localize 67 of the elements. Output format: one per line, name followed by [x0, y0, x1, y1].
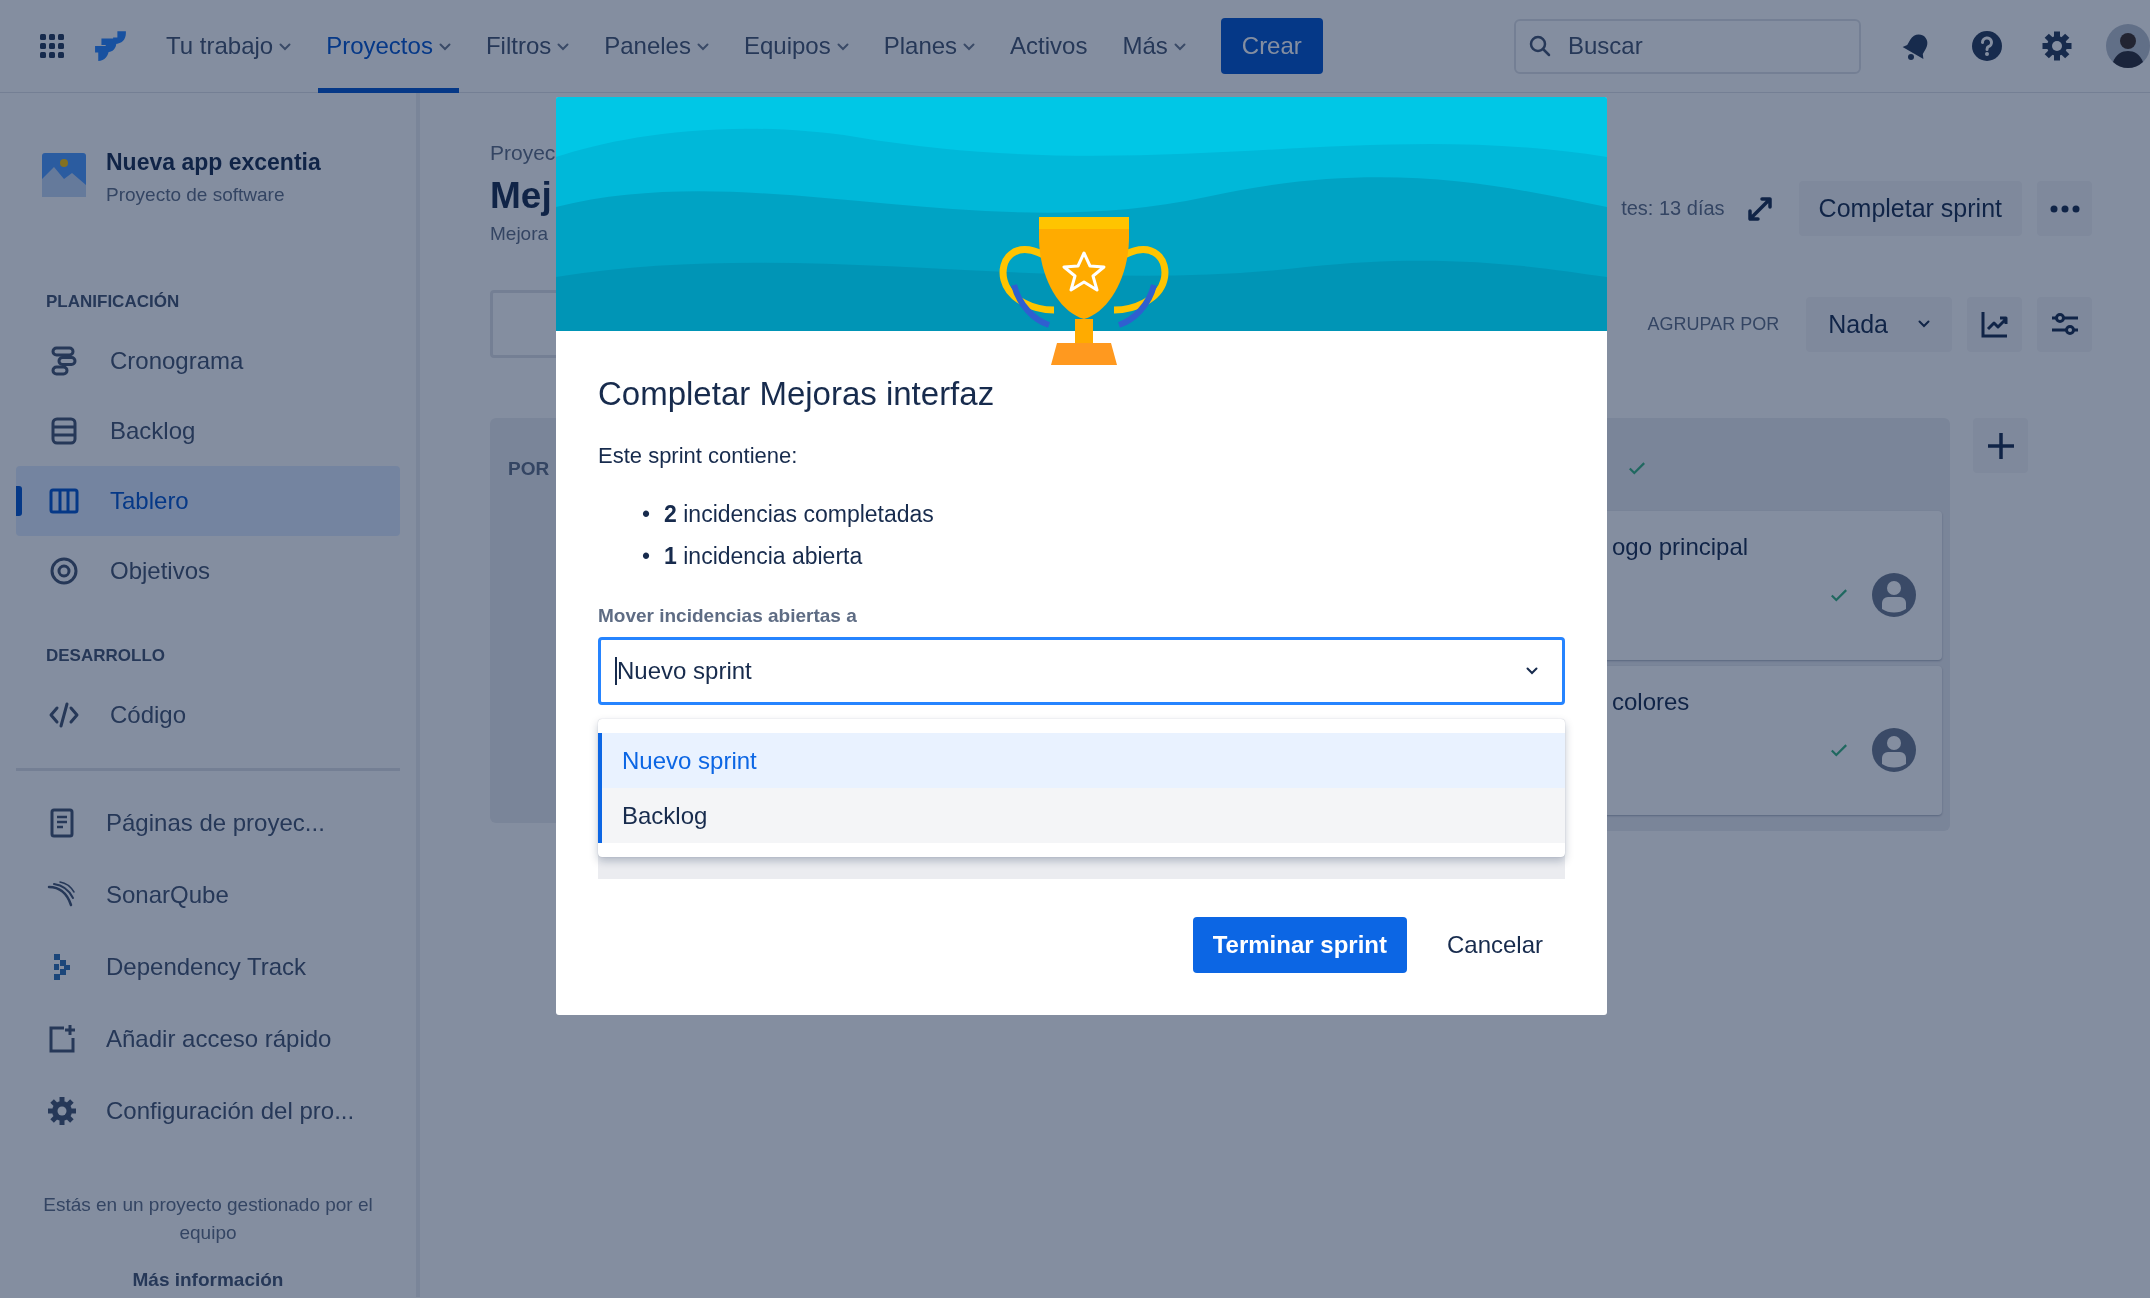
logo-icon[interactable]	[94, 29, 128, 63]
target-icon	[48, 555, 80, 587]
sidebar-item[interactable]: Objetivos	[16, 536, 400, 606]
add-column-button[interactable]	[1973, 418, 2028, 473]
more-button[interactable]	[2037, 181, 2092, 236]
sidebar-item[interactable]: Dependency Track	[16, 931, 400, 1003]
search-icon	[1528, 33, 1552, 58]
help-icon[interactable]	[1971, 30, 2003, 62]
sprint-goal: Mejora	[490, 223, 550, 245]
issue-count-item: 2 incidencias completadas	[664, 500, 934, 529]
dropdown-option[interactable]: Nuevo sprint	[598, 733, 1565, 788]
field-label: Mover incidencias abiertas a	[598, 605, 858, 627]
sidebar-item[interactable]: Código	[16, 680, 400, 750]
group-by-label: AGRUPAR POR	[1647, 313, 1780, 335]
dialog-title: Completar Mejoras interfaz	[598, 375, 996, 413]
selection-indicator	[16, 486, 22, 516]
complete-sprint-button[interactable]: Completar sprint	[1798, 181, 2022, 236]
section-heading: PLANIFICACIÓN	[45, 292, 181, 312]
nav-menu-item[interactable]: Tu trabajo	[158, 0, 300, 93]
cancel-button[interactable]: Cancelar	[1424, 917, 1565, 973]
sidebar-item[interactable]: Añadir acceso rápido	[16, 1003, 400, 1075]
dropdown-option[interactable]: Backlog	[598, 788, 1565, 843]
nav-menu-item[interactable]: Equipos	[735, 0, 857, 93]
breadcrumb[interactable]: Proyec	[490, 141, 556, 165]
group-by-dropdown[interactable]: Nada	[1806, 296, 1952, 352]
bullet: •	[642, 500, 651, 529]
more-icon	[2049, 204, 2080, 213]
user-avatar-icon	[1872, 728, 1916, 772]
sidebar-item[interactable]: SonarQube	[16, 859, 400, 931]
time-remaining: tes: 13 días	[1621, 197, 1725, 220]
bullet: •	[642, 542, 651, 571]
sidebar-item[interactable]: Cronograma	[16, 326, 400, 396]
search-field[interactable]: Buscar	[1514, 18, 1861, 74]
project-name: Nueva app excentia	[106, 149, 321, 176]
nav-menu-item[interactable]: Activos	[1002, 0, 1096, 93]
view-settings-button[interactable]	[2037, 296, 2092, 352]
settings-icon[interactable]	[2041, 30, 2073, 62]
more-info-link[interactable]: Más información	[132, 1269, 284, 1291]
nav-menu-item[interactable]: Más	[1114, 0, 1194, 93]
project-avatar-icon	[42, 153, 86, 197]
nav-menu-item[interactable]: Filtros	[477, 0, 578, 93]
section-heading: DESARROLLO	[45, 646, 166, 666]
nav-menu-item[interactable]: Planes	[875, 0, 984, 93]
destination-select[interactable]: Nuevo sprint	[598, 637, 1565, 705]
finish-sprint-button[interactable]: Terminar sprint	[1192, 917, 1407, 973]
create-button[interactable]: Crear	[1220, 18, 1323, 74]
sidebar-item[interactable]: Páginas de proyec...	[16, 787, 400, 859]
user-avatar-icon	[1872, 573, 1916, 617]
insights-button[interactable]	[1967, 296, 2022, 352]
footer-text: Estás en un proyecto gestionado por el equipo	[42, 1193, 374, 1245]
issue-count-item: 1 incidencia abierta	[664, 542, 863, 571]
column-title: POR	[507, 457, 550, 480]
nav-menu-item[interactable]: Paneles	[596, 0, 717, 93]
app-switcher-icon[interactable]	[38, 32, 66, 60]
avatar-icon[interactable]	[2106, 24, 2150, 68]
sidebar-item[interactable]: Backlog	[16, 396, 400, 466]
sidebar-item[interactable]: Tablero	[16, 466, 400, 536]
project-type: Proyecto de software	[106, 184, 286, 206]
issue-title: ogo principal	[1612, 533, 1750, 561]
nav-menu-item[interactable]: Proyectos	[318, 0, 459, 93]
settings-icon	[46, 1095, 78, 1127]
sidebar-item[interactable]: Configuración del pro...	[16, 1075, 400, 1147]
chevron-down-icon	[1918, 320, 1930, 328]
dialog-text: Este sprint contiene:	[598, 443, 799, 469]
sprint-title: Mej	[490, 175, 553, 217]
issue-title: colores	[1612, 688, 1691, 716]
chevron-down-icon	[1526, 667, 1538, 675]
